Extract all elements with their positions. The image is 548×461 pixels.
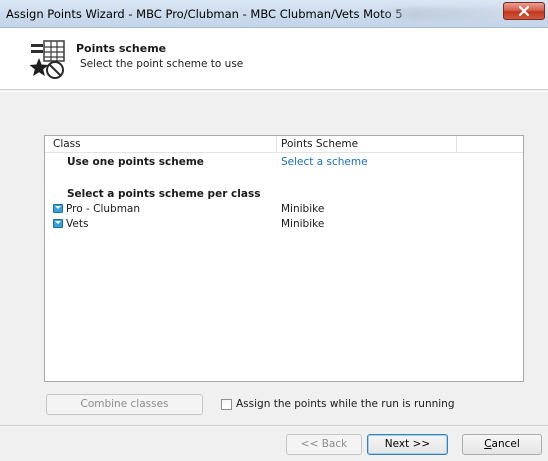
row-scheme[interactable]: Minibike [281,217,324,231]
combine-classes-button[interactable]: Combine classes [46,394,203,415]
select-scheme-link[interactable]: Select a scheme [281,155,368,169]
assign-while-running-checkbox[interactable] [221,398,232,410]
column-header-class[interactable]: Class [53,136,277,153]
class-expand-icon[interactable] [53,204,63,213]
assign-while-running-label[interactable]: Assign the points while the run is runni… [236,398,455,410]
class-name: Pro - Clubman [66,203,141,215]
row-class-pro-clubman[interactable]: Pro - Clubman Minibike [45,202,523,216]
class-name: Vets [66,218,89,230]
window-title: Assign Points Wizard - MBC Pro/Clubman -… [6,7,403,21]
next-button[interactable]: Next >> [367,434,448,455]
cancel-button[interactable]: Cancel [462,434,542,455]
close-icon [504,3,544,19]
wizard-window: Assign Points Wizard - MBC Pro/Clubman -… [0,0,548,461]
row-label: Pro - Clubman [53,202,140,216]
row-label: Select a points scheme per class [67,188,261,200]
page-title: Points scheme [76,42,167,55]
column-header-points-scheme[interactable]: Points Scheme [277,136,457,153]
header-divider [0,91,548,92]
row-label: Use one points scheme [67,156,204,168]
title-bar-blur [380,8,500,20]
footer-divider [0,425,548,426]
column-header-extra[interactable] [457,136,523,153]
back-button[interactable]: << Back [286,434,362,455]
grid-header: Class Points Scheme [45,136,523,153]
title-bar[interactable]: Assign Points Wizard - MBC Pro/Clubman -… [0,0,548,28]
row-label: Vets [53,217,88,231]
row-scheme[interactable]: Minibike [281,202,324,216]
points-scheme-grid[interactable]: Class Points Scheme Use one points schem… [44,135,524,382]
points-scheme-icon [26,38,70,82]
close-button[interactable] [503,2,545,20]
class-expand-icon[interactable] [53,219,63,228]
page-subtitle: Select the point scheme to use [80,58,244,70]
row-scheme-per-class[interactable]: Select a points scheme per class [45,187,523,201]
wizard-header: Points scheme Select the point scheme to… [0,28,548,90]
assign-while-running-option[interactable]: Assign the points while the run is runni… [221,397,455,411]
row-class-vets[interactable]: Vets Minibike [45,217,523,231]
row-use-one-scheme[interactable]: Use one points scheme Select a scheme [45,155,523,169]
